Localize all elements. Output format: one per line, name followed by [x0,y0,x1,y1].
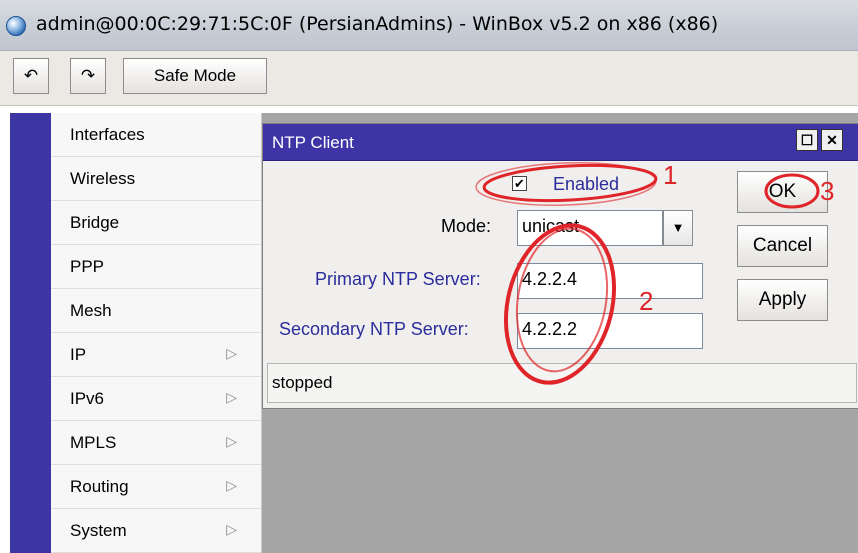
apply-button[interactable]: Apply [737,279,828,321]
primary-ntp-label: Primary NTP Server: [315,269,481,289]
dropdown-arrow-icon: ▼ [671,220,685,235]
undo-arrow-icon: ↶ [23,66,39,85]
sidebar-item-wireless[interactable]: Wireless [51,157,261,201]
sidebar-item-system[interactable]: System ▷ [51,509,261,553]
redo-button[interactable]: ↷ [70,58,106,94]
window-titlebar: admin@00:0C:29:71:5C:0F (PersianAdmins) … [0,0,858,51]
submenu-arrow-icon: ▷ [226,433,237,449]
sidebar-item-ppp[interactable]: PPP [51,245,261,289]
sidebar-item-label: Wireless [70,168,136,188]
sidebar-item-label: PPP [70,256,105,276]
submenu-arrow-icon: ▷ [226,389,237,405]
sidebar-item-label: Interfaces [70,124,145,144]
redo-arrow-icon: ↷ [80,66,96,85]
sidebar-item-label: System [70,520,127,540]
enabled-checkbox[interactable]: ✔ [512,176,527,191]
safe-mode-button[interactable]: Safe Mode [123,58,267,94]
annotation-step-2: 2 [639,286,654,316]
enabled-label[interactable]: Enabled [553,174,619,195]
sidebar-item-label: Bridge [70,212,120,232]
ok-button[interactable]: OK [737,171,828,213]
sidebar-item-label: IPv6 [70,388,105,408]
cancel-button[interactable]: Cancel [737,225,828,267]
annotation-step-3: 3 [820,176,835,206]
annotation-step-1: 1 [663,160,678,190]
sidebar-item-ipv6[interactable]: IPv6 ▷ [51,377,261,421]
winbox-app-icon [6,16,26,36]
secondary-ntp-label: Secondary NTP Server: [279,319,469,339]
sidebar-menu: Interfaces Wireless Bridge PPP Mesh IP ▷… [51,113,262,553]
maximize-icon: ☐ [800,131,814,148]
mode-label: Mode: [441,216,492,236]
window-title: admin@00:0C:29:71:5C:0F (PersianAdmins) … [36,13,719,35]
sidebar-item-label: Mesh [70,300,112,320]
sidebar-item-routing[interactable]: Routing ▷ [51,465,261,509]
mode-select[interactable]: unicast [517,210,663,246]
sidebar-accent-strip [10,113,51,553]
maximize-button[interactable]: ☐ [796,129,818,151]
toolbar: ↶ ↷ Safe Mode [0,51,858,106]
sidebar-item-bridge[interactable]: Bridge [51,201,261,245]
mode-dropdown-button[interactable]: ▼ [663,210,693,246]
dialog-titlebar[interactable]: NTP Client ☐ ✕ [263,124,858,161]
submenu-arrow-icon: ▷ [226,345,237,361]
sidebar-item-mpls[interactable]: MPLS ▷ [51,421,261,465]
checkmark-icon: ✔ [514,176,525,191]
sidebar-item-interfaces[interactable]: Interfaces [51,113,261,157]
sidebar-item-ip[interactable]: IP ▷ [51,333,261,377]
sidebar-item-label: IP [70,344,87,364]
sidebar-item-mesh[interactable]: Mesh [51,289,261,333]
submenu-arrow-icon: ▷ [226,521,237,537]
primary-ntp-server-input[interactable]: 4.2.2.4 [517,263,703,299]
ntp-client-dialog: NTP Client ☐ ✕ ✔ Enabled Mode: unicast ▼… [262,123,858,409]
sidebar-item-label: Routing [70,476,129,496]
dialog-title: NTP Client [272,133,354,152]
close-button[interactable]: ✕ [821,129,843,151]
sidebar-item-label: MPLS [70,432,117,452]
undo-button[interactable]: ↶ [13,58,49,94]
secondary-ntp-server-input[interactable]: 4.2.2.2 [517,313,703,349]
close-icon: ✕ [826,131,838,148]
submenu-arrow-icon: ▷ [226,477,237,493]
status-bar: stopped [267,363,857,403]
